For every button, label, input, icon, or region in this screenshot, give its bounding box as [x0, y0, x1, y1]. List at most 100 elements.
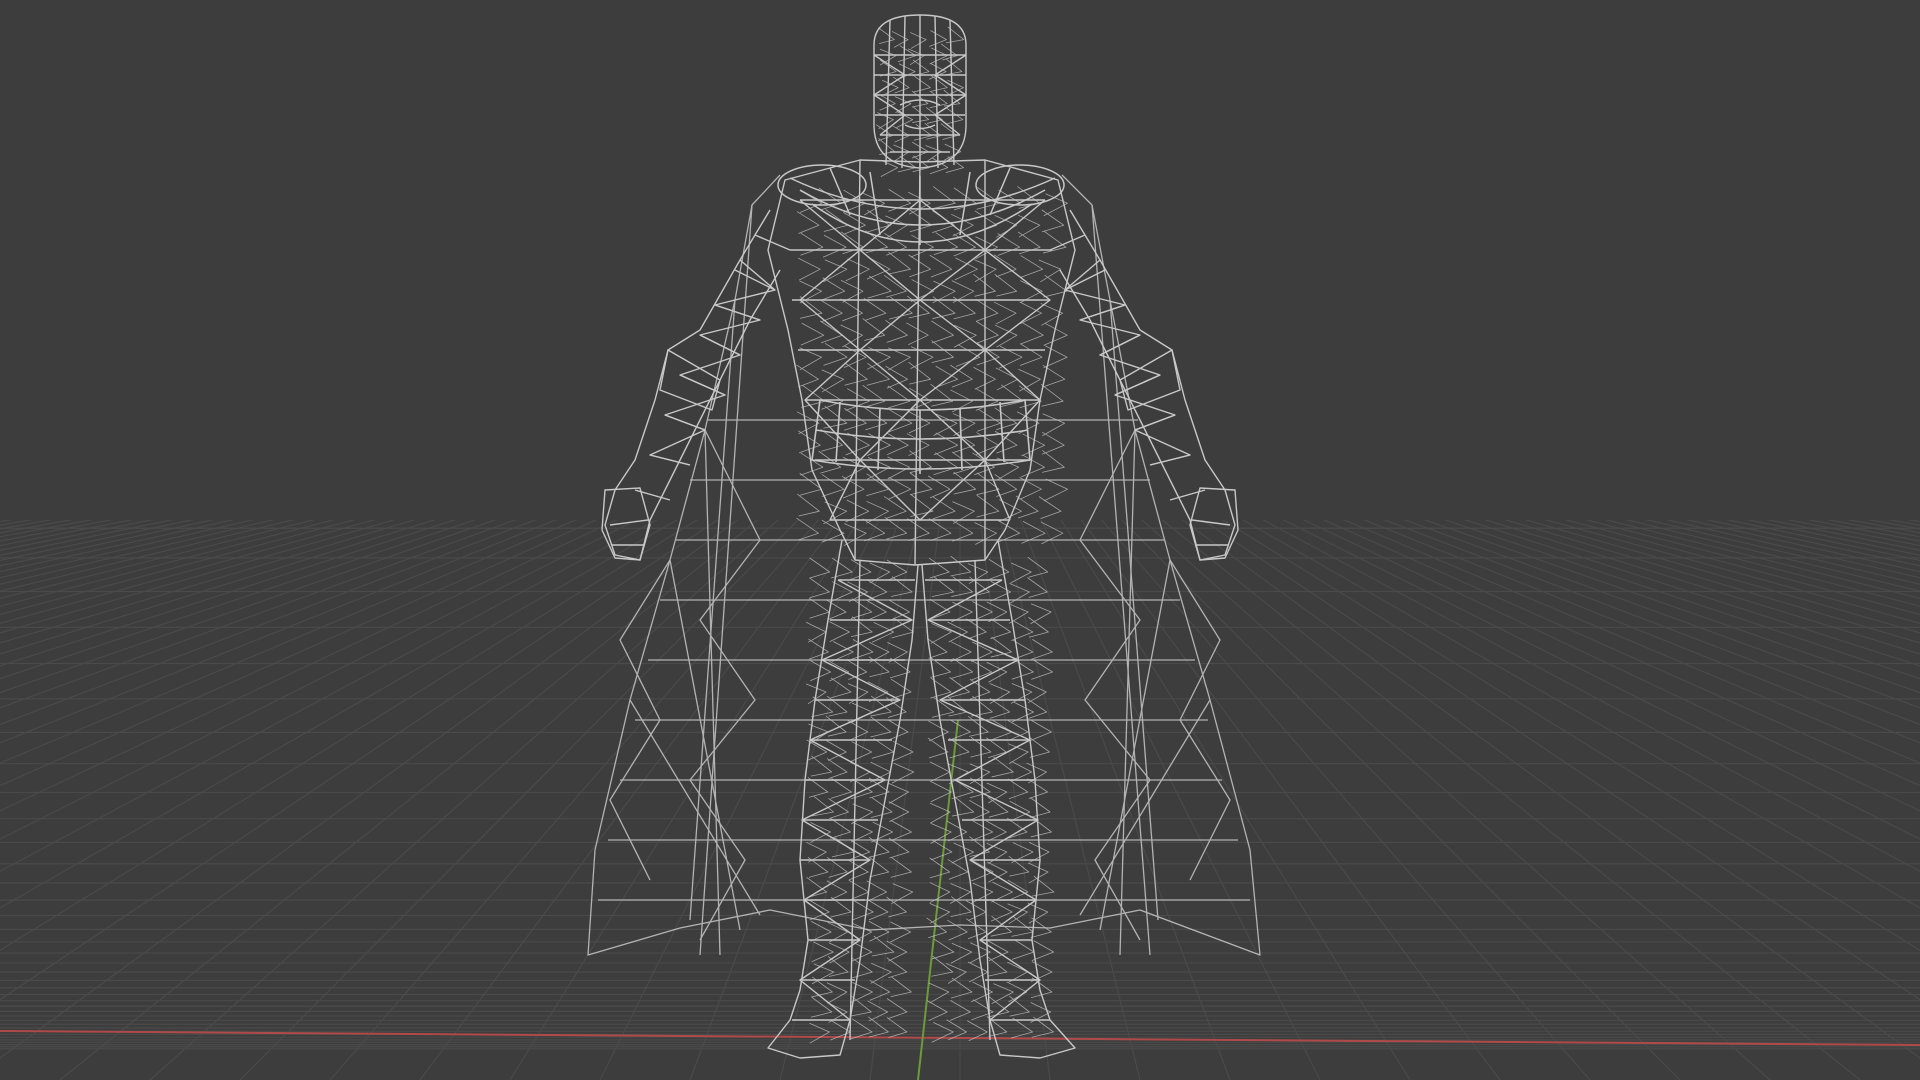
- mesh-edge: [880, 160, 899, 177]
- grid-line: [0, 520, 134, 547]
- mesh-edge: [928, 720, 949, 742]
- grid-line: [1702, 470, 1920, 1080]
- mesh-edge: [1021, 454, 1045, 478]
- mesh-edge: [829, 621, 850, 642]
- grid-line: [1120, 520, 1681, 1080]
- mesh-edge: [994, 474, 1018, 497]
- mesh-edge: [933, 432, 959, 456]
- mesh-edge: [912, 155, 930, 173]
- mesh-edge: [976, 494, 1000, 518]
- mesh-edge: [933, 452, 958, 476]
- left-arm-mesh: [601, 209, 791, 561]
- mesh-edge: [820, 299, 843, 323]
- mesh-edge: [863, 298, 887, 321]
- mesh-edge: [866, 256, 891, 280]
- mesh-edge: [929, 47, 948, 65]
- grid-line: [0, 520, 618, 812]
- mesh-edge: [969, 799, 990, 821]
- mesh-edge: [799, 347, 823, 371]
- grid-line: [0, 520, 678, 909]
- mesh-edge: [1020, 321, 1044, 345]
- mesh-edge: [988, 558, 1010, 580]
- grid-line: [1040, 520, 1321, 1080]
- grid-line: [1866, 520, 1920, 530]
- mesh-edge: [1041, 431, 1065, 455]
- mesh-edge: [886, 432, 909, 456]
- belt-mesh: [811, 399, 1031, 474]
- mesh-edge: [897, 45, 917, 63]
- mesh-edge: [892, 76, 910, 94]
- mesh-edge: [840, 298, 863, 322]
- mesh-edge: [907, 410, 931, 434]
- mesh-edge: [990, 636, 1012, 658]
- mesh-edge: [933, 413, 958, 436]
- mesh-edge: [951, 451, 975, 475]
- mesh-edge: [885, 320, 908, 343]
- mesh-edge: [912, 59, 930, 77]
- mesh-edge: [972, 452, 995, 476]
- grid-line: [0, 520, 477, 680]
- mesh-edge: [974, 210, 998, 234]
- mesh-edge: [994, 273, 1018, 297]
- grid-line: [1282, 520, 1920, 840]
- collar-mesh: [777, 164, 1065, 245]
- grid-line: [1060, 520, 1411, 1080]
- mesh-edge: [878, 27, 895, 45]
- mesh-edge: [931, 955, 954, 977]
- right-arm-mesh: [1049, 209, 1239, 561]
- grid-line: [1584, 520, 1920, 607]
- grid-line: [1504, 520, 1920, 644]
- mesh-edge: [965, 618, 987, 640]
- mesh-edge: [822, 277, 846, 301]
- grid-line: [0, 520, 457, 667]
- mesh-edge: [796, 211, 820, 234]
- grid-line: [0, 520, 114, 542]
- mesh-edge: [867, 275, 892, 299]
- mesh-edge: [932, 496, 956, 520]
- mesh-edge: [810, 920, 832, 942]
- grid-line: [0, 520, 356, 616]
- mesh-edge: [991, 881, 1013, 903]
- mesh-edge: [809, 557, 831, 579]
- viewport-scene[interactable]: [0, 0, 1920, 1080]
- grid-line: [0, 470, 218, 1080]
- grid-line: [1483, 520, 1920, 655]
- mesh-edge: [945, 107, 964, 125]
- mesh-edge: [1007, 778, 1029, 800]
- mesh-edge: [929, 857, 951, 879]
- mesh-edge: [888, 251, 911, 275]
- mesh-edge: [951, 658, 974, 679]
- mesh-edge: [845, 258, 870, 282]
- 3d-viewport[interactable]: [0, 0, 1920, 1080]
- mesh-edge: [989, 698, 1011, 719]
- grid-line: [0, 520, 719, 1001]
- mesh-edge: [850, 559, 872, 580]
- mesh-edge: [1011, 639, 1034, 661]
- mesh-edge: [971, 820, 994, 842]
- grid-line: [419, 520, 840, 1080]
- mesh-edge: [1015, 495, 1039, 519]
- grid-line: [1020, 520, 1231, 1080]
- mesh-edge: [929, 903, 951, 924]
- mesh-edge: [906, 433, 930, 457]
- grid-line: [0, 520, 437, 655]
- mesh-edge: [821, 519, 845, 543]
- mesh-edge: [1043, 478, 1069, 502]
- mesh-edge: [1029, 797, 1051, 818]
- mesh-edge: [948, 737, 970, 759]
- mesh-edge: [809, 899, 830, 921]
- mesh-edge: [806, 876, 827, 898]
- grid-line: [1141, 520, 1771, 1080]
- mesh-edge: [908, 361, 931, 385]
- mesh-edge: [1041, 209, 1065, 233]
- grid-line: [1463, 520, 1920, 667]
- grid-line: [1383, 520, 1920, 726]
- grid-line: [0, 520, 578, 764]
- mesh-edge: [886, 940, 908, 962]
- mesh-edge: [928, 982, 950, 1004]
- mesh-edge: [910, 32, 927, 49]
- mesh-edge: [846, 659, 868, 680]
- mesh-edge: [864, 407, 888, 431]
- mesh-edge: [890, 921, 912, 943]
- grid-line: [999, 520, 1141, 1080]
